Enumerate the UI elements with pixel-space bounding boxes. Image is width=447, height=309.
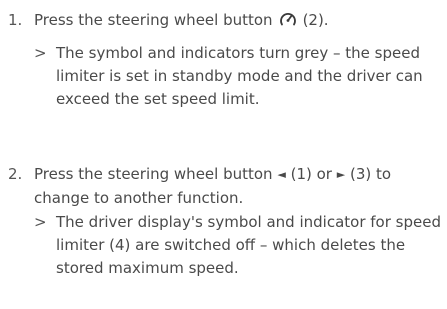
step-text-after-icon: (2). [302, 11, 329, 29]
step-text: Press the steering wheel button ◄ (1) or… [34, 163, 444, 210]
step-number: 2. [8, 165, 23, 183]
result-marker: > [34, 213, 47, 231]
result-marker: > [34, 44, 47, 62]
step-number: 1. [8, 11, 23, 29]
step-text-before-icon: Press the steering wheel button [34, 11, 273, 29]
instruction-document: 1. Press the steering wheel button (2). … [0, 0, 447, 309]
step-text: Press the steering wheel button (2). [34, 9, 444, 32]
speed-limiter-icon [279, 13, 296, 26]
step-text-part-2: (1) or [290, 165, 332, 183]
result-text: The symbol and indicators turn grey – th… [56, 44, 423, 108]
left-arrow-icon: ◄ [277, 168, 286, 181]
step-text-part-1: Press the steering wheel button [34, 165, 273, 183]
right-arrow-icon: ► [336, 168, 346, 181]
result-text: The driver display's symbol and indicato… [56, 213, 441, 277]
